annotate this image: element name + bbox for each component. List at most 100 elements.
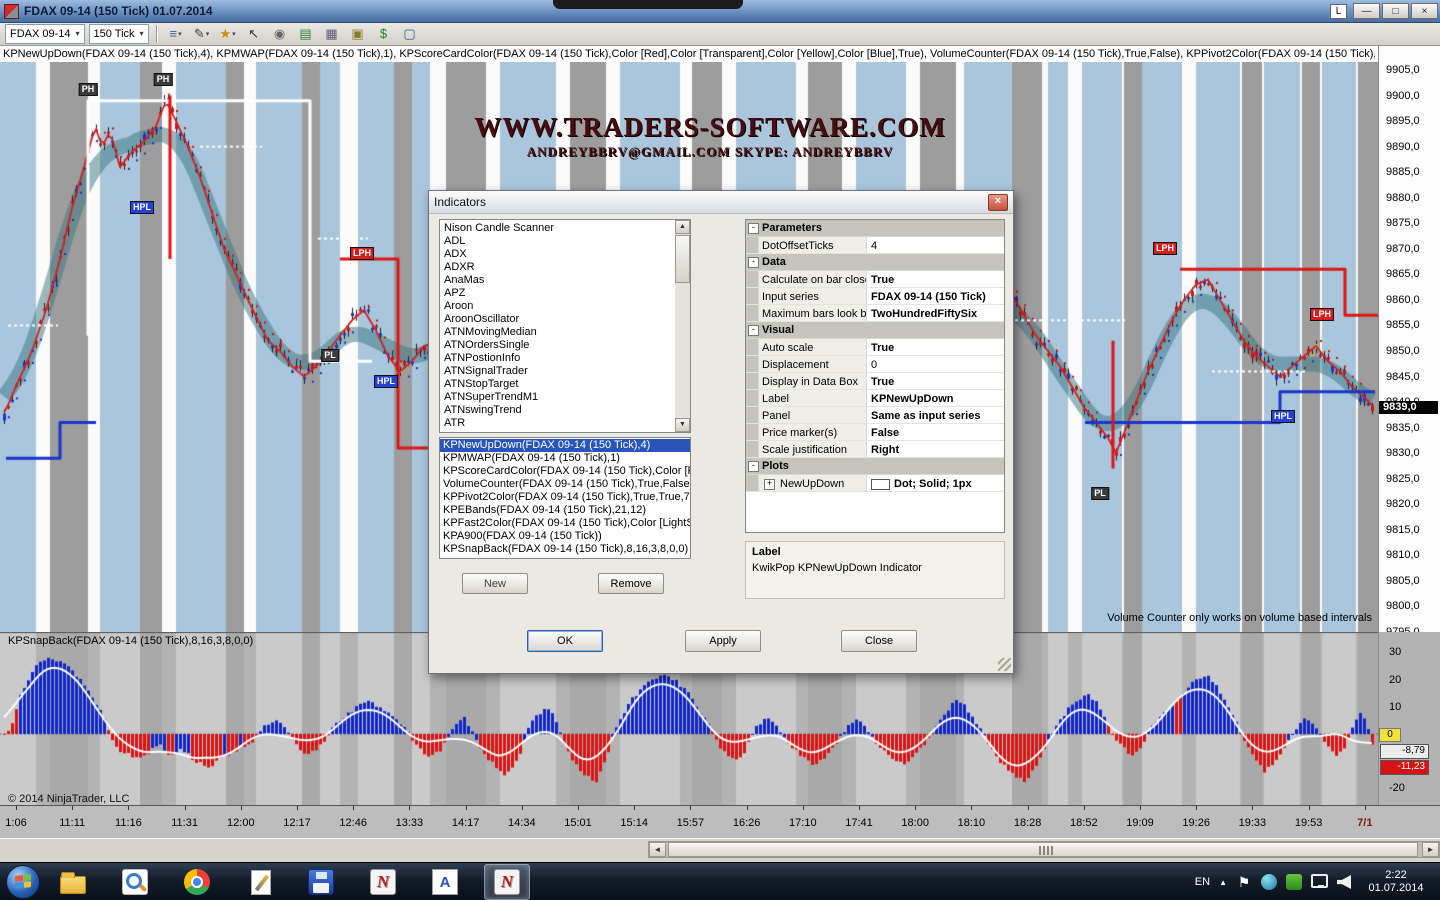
- panel-layout-icon[interactable]: ▤: [294, 23, 318, 45]
- time-axis[interactable]: 1:0611:1111:1611:3112:0012:1712:4613:331…: [0, 805, 1440, 839]
- volume-icon[interactable]: [1337, 875, 1351, 889]
- selected-indicator-item[interactable]: KPScoreCardColor(FDAX 09-14 (150 Tick),C…: [440, 465, 690, 478]
- property-row[interactable]: +NewUpDownDot; Solid; 1px: [746, 475, 1004, 492]
- dollar-icon[interactable]: $: [372, 23, 396, 45]
- available-indicator-item[interactable]: ATNswingTrend: [441, 404, 674, 417]
- selected-indicator-item[interactable]: KPSnapBack(FDAX 09-14 (150 Tick),8,16,3,…: [440, 543, 690, 556]
- ok-button[interactable]: OK: [527, 630, 603, 652]
- scroll-right-icon[interactable]: ►: [1422, 842, 1439, 857]
- grid-icon[interactable]: ▦: [320, 23, 344, 45]
- apply-button[interactable]: Apply: [685, 630, 761, 652]
- property-row[interactable]: Price marker(s)False: [746, 424, 1004, 441]
- property-value[interactable]: Same as input series: [867, 407, 1004, 423]
- dialog-close-icon[interactable]: ×: [988, 194, 1008, 211]
- interval-selector[interactable]: 150 Tick ▾: [89, 24, 149, 44]
- property-row[interactable]: Auto scaleTrue: [746, 339, 1004, 356]
- explorer-icon[interactable]: [50, 864, 96, 900]
- indicators-icon[interactable]: ≡▾: [164, 23, 188, 45]
- property-row[interactable]: Scale justificationRight: [746, 441, 1004, 458]
- available-indicator-item[interactable]: Nison Candle Scanner: [441, 222, 674, 235]
- chrome-icon[interactable]: [174, 864, 220, 900]
- weather-icon[interactable]: [1261, 874, 1277, 890]
- flag-icon[interactable]: ⚑: [1236, 874, 1252, 890]
- expand-icon[interactable]: +: [764, 479, 775, 490]
- available-indicator-item[interactable]: APZ: [441, 287, 674, 300]
- resize-grip[interactable]: [998, 658, 1011, 671]
- property-row[interactable]: DotOffsetTicks4: [746, 237, 1004, 254]
- available-indicator-item[interactable]: ATR: [441, 417, 674, 430]
- start-button[interactable]: [6, 865, 40, 899]
- document-icon[interactable]: A: [422, 864, 468, 900]
- property-row[interactable]: Maximum bars look baTwoHundredFiftySix: [746, 305, 1004, 322]
- selected-indicator-item[interactable]: KPFast2Color(FDAX 09-14 (150 Tick),Color…: [440, 517, 690, 530]
- scroll-up-icon[interactable]: ▲: [675, 220, 690, 234]
- draw-icon[interactable]: ✎▾: [190, 23, 214, 45]
- available-indicator-item[interactable]: ADX: [441, 248, 674, 261]
- cursor-icon[interactable]: ↖: [242, 23, 266, 45]
- ninjatrader-icon[interactable]: N: [360, 864, 406, 900]
- collapse-icon[interactable]: -: [748, 257, 759, 268]
- selected-indicator-item[interactable]: KPPivot2Color(FDAX 09-14 (150 Tick),True…: [440, 491, 690, 504]
- available-indicator-item[interactable]: ATNOrdersSingle: [441, 339, 674, 352]
- property-row[interactable]: Displacement0: [746, 356, 1004, 373]
- image-icon[interactable]: ▣: [346, 23, 370, 45]
- property-value[interactable]: Right: [867, 441, 1004, 457]
- collapse-icon[interactable]: -: [748, 223, 759, 234]
- property-row[interactable]: LabelKPNewUpDown: [746, 390, 1004, 407]
- oscillator-axis[interactable]: 302010-20: [1378, 632, 1440, 805]
- available-indicator-item[interactable]: Aroon: [441, 300, 674, 313]
- shield-icon[interactable]: [1286, 874, 1302, 890]
- selected-indicators-list[interactable]: KPNewUpDown(FDAX 09-14 (150 Tick),4)KPMW…: [439, 437, 691, 559]
- property-value[interactable]: Dot; Solid; 1px: [867, 475, 1004, 491]
- property-grid[interactable]: -ParametersDotOffsetTicks4-DataCalculate…: [745, 219, 1005, 533]
- search-icon[interactable]: [112, 864, 158, 900]
- minimize-button[interactable]: —: [1353, 3, 1380, 19]
- available-indicators-list[interactable]: Nison Candle ScannerADLADXADXRAnaMasAPZA…: [439, 219, 691, 433]
- snapshot-icon[interactable]: ◉: [268, 23, 292, 45]
- ninjatrader-active-icon[interactable]: N: [484, 864, 530, 900]
- scrollbar-thumb[interactable]: [668, 842, 1418, 857]
- available-indicator-item[interactable]: ATNSignalTrader: [441, 365, 674, 378]
- available-indicator-item[interactable]: ATNSuperTrendM1: [441, 391, 674, 404]
- selected-indicator-item[interactable]: KPNewUpDown(FDAX 09-14 (150 Tick),4): [440, 439, 690, 452]
- price-axis[interactable]: 9905,09900,09895,09890,09885,09880,09875…: [1378, 46, 1440, 632]
- property-value[interactable]: True: [867, 373, 1004, 389]
- tray-expand-icon[interactable]: ▲: [1219, 878, 1227, 887]
- property-row[interactable]: PanelSame as input series: [746, 407, 1004, 424]
- scrollbar-thumb[interactable]: [675, 235, 690, 283]
- window-icon[interactable]: ▢: [398, 23, 422, 45]
- property-value[interactable]: TwoHundredFiftySix: [867, 305, 1004, 321]
- property-value[interactable]: True: [867, 339, 1004, 355]
- available-indicator-item[interactable]: ATNMovingMedian: [441, 326, 674, 339]
- selected-indicator-item[interactable]: VolumeCounter(FDAX 09-14 (150 Tick),True…: [440, 478, 690, 491]
- property-row[interactable]: Display in Data BoxTrue: [746, 373, 1004, 390]
- selected-indicator-item[interactable]: KPMWAP(FDAX 09-14 (150 Tick),1): [440, 452, 690, 465]
- collapse-icon[interactable]: -: [748, 325, 759, 336]
- new-button[interactable]: New: [462, 573, 528, 594]
- available-indicator-item[interactable]: ATNPostionInfo: [441, 352, 674, 365]
- available-indicator-item[interactable]: AroonOscillator: [441, 313, 674, 326]
- save-icon[interactable]: [298, 864, 344, 900]
- property-value[interactable]: True: [867, 271, 1004, 287]
- strategy-icon[interactable]: ★▾: [216, 23, 240, 45]
- selected-indicator-item[interactable]: KPA900(FDAX 09-14 (150 Tick)): [440, 530, 690, 543]
- property-group-parameters[interactable]: -Parameters: [746, 220, 1004, 237]
- available-list-scrollbar[interactable]: ▲ ▼: [675, 220, 690, 432]
- property-group-visual[interactable]: -Visual: [746, 322, 1004, 339]
- taskbar-clock[interactable]: 2:22 01.07.2014: [1360, 869, 1432, 895]
- dialog-close-button[interactable]: Close: [841, 630, 917, 652]
- close-button[interactable]: ×: [1411, 3, 1438, 19]
- property-row[interactable]: Calculate on bar closeTrue: [746, 271, 1004, 288]
- property-row[interactable]: Input seriesFDAX 09-14 (150 Tick): [746, 288, 1004, 305]
- dialog-titlebar[interactable]: Indicators ×: [429, 191, 1013, 214]
- available-indicator-item[interactable]: AnaMas: [441, 274, 674, 287]
- property-value[interactable]: 4: [867, 237, 1004, 253]
- remove-button[interactable]: Remove: [598, 573, 664, 594]
- property-value[interactable]: KPNewUpDown: [867, 390, 1004, 406]
- property-group-data[interactable]: -Data: [746, 254, 1004, 271]
- maximize-button[interactable]: □: [1382, 3, 1409, 19]
- available-indicator-item[interactable]: ADL: [441, 235, 674, 248]
- property-value[interactable]: FDAX 09-14 (150 Tick): [867, 288, 1004, 304]
- horizontal-scrollbar[interactable]: ◄ ►: [648, 841, 1440, 858]
- network-icon[interactable]: [1311, 874, 1328, 888]
